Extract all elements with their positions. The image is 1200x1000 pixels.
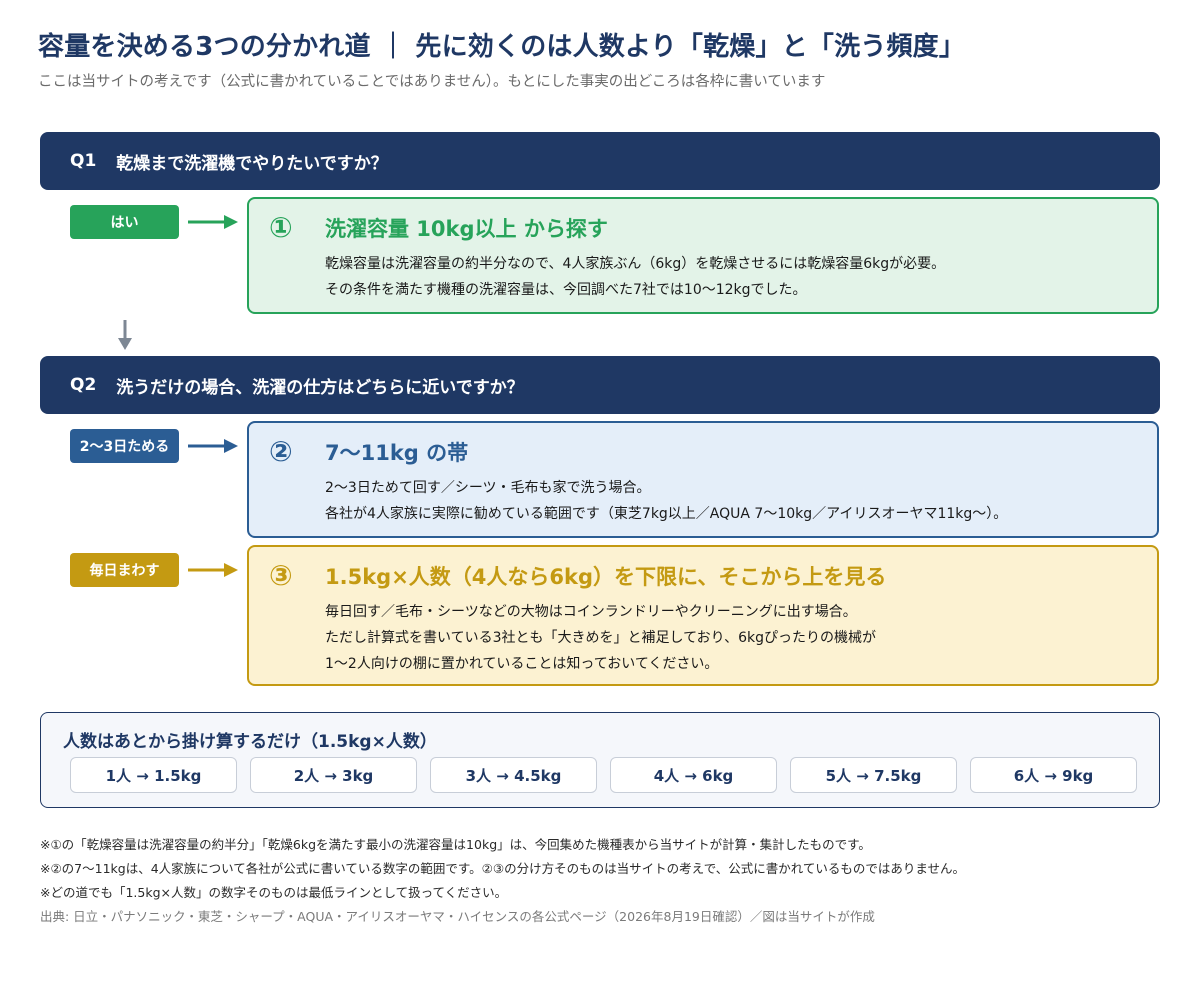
option-3-description: 毎日回す／毛布・シーツなどの大物はコインランドリーやクリーニングに出す場合。 た…: [325, 599, 876, 677]
footnote: ※②の7〜11kgは、4人家族について各社が公式に書いている数字の範囲です。②③…: [40, 861, 965, 876]
question-2-text: 洗うだけの場合、洗濯の仕方はどちらに近いですか？: [116, 377, 524, 398]
person-count-item: 6人 → 9kg: [970, 757, 1137, 793]
page-title: 容量を決める3つの分かれ道 ｜ 先に効くのは人数より「乾燥」と「洗う頻度」: [38, 32, 966, 62]
answer-yes-tag: はい: [70, 205, 179, 239]
question-1-bar: Q1 乾燥まで洗濯機でやりたいですか？: [40, 132, 1160, 190]
option-3-line: ただし計算式を書いている3社とも「大きめを」と補足しており、6kgぴったりの機械…: [325, 630, 876, 646]
question-2-number: Q2: [70, 375, 97, 395]
arrow-right-icon: [188, 439, 238, 453]
arrow-right-icon: [188, 563, 238, 577]
option-3-card: ③ 1.5kg×人数（4人なら6kg）を下限に、そこから上を見る 毎日回す／毛布…: [247, 545, 1159, 686]
source-credit: 出典: 日立・パナソニック・東芝・シャープ・AQUA・アイリスオーヤマ・ハイセン…: [40, 909, 875, 924]
option-3-number: ③: [269, 559, 293, 592]
person-count-item: 4人 → 6kg: [610, 757, 777, 793]
option-3-line: 1〜2人向けの棚に置かれていることは知っておいてください。: [325, 656, 719, 672]
option-2-line: 各社が4人家族に実際に勧めている範囲です（東芝7kg以上／AQUA 7〜10kg…: [325, 506, 1008, 522]
option-2-card: ② 7〜11kg の帯 2〜3日ためて回す／シーツ・毛布も家で洗う場合。 各社が…: [247, 421, 1159, 538]
option-2-description: 2〜3日ためて回す／シーツ・毛布も家で洗う場合。 各社が4人家族に実際に勧めてい…: [325, 475, 1007, 527]
person-count-item: 2人 → 3kg: [250, 757, 417, 793]
answer-batch-tag: 2〜3日ためる: [70, 429, 179, 463]
option-2-heading: 7〜11kg の帯: [325, 441, 469, 465]
option-1-heading: 洗濯容量 10kg以上 から探す: [325, 217, 608, 241]
page-subtitle: ここは当サイトの考えです（公式に書かれていることではありません）。もとにした事実…: [38, 74, 826, 90]
arrow-right-icon: [188, 215, 238, 229]
option-1-number: ①: [269, 211, 293, 244]
option-2-number: ②: [269, 435, 293, 468]
footnote: ※どの道でも「1.5kg×人数」の数字そのものは最低ラインとして扱ってください。: [40, 885, 508, 900]
person-count-item: 1人 → 1.5kg: [70, 757, 237, 793]
multiplication-heading: 人数はあとから掛け算するだけ（1.5kg×人数）: [63, 732, 437, 752]
footnote: ※①の「乾燥容量は洗濯容量の約半分」「乾燥6kgを満たす最小の洗濯容量は10kg…: [40, 837, 871, 852]
option-1-line: 乾燥容量は洗濯容量の約半分なので、4人家族ぶん（6kg）を乾燥させるには乾燥容量…: [325, 256, 946, 272]
question-1-text: 乾燥まで洗濯機でやりたいですか？: [116, 153, 388, 174]
person-count-item: 3人 → 4.5kg: [430, 757, 597, 793]
person-count-item: 5人 → 7.5kg: [790, 757, 957, 793]
question-2-bar: Q2 洗うだけの場合、洗濯の仕方はどちらに近いですか？: [40, 356, 1160, 414]
answer-daily-tag: 毎日まわす: [70, 553, 179, 587]
option-3-line: 毎日回す／毛布・シーツなどの大物はコインランドリーやクリーニングに出す場合。: [325, 604, 857, 620]
option-2-line: 2〜3日ためて回す／シーツ・毛布も家で洗う場合。: [325, 480, 651, 496]
option-1-line: その条件を満たす機種の洗濯容量は、今回調べた7社では10〜12kgでした。: [325, 282, 807, 298]
arrow-down-icon: [118, 320, 132, 350]
option-1-description: 乾燥容量は洗濯容量の約半分なので、4人家族ぶん（6kg）を乾燥させるには乾燥容量…: [325, 251, 945, 303]
option-1-card: ① 洗濯容量 10kg以上 から探す 乾燥容量は洗濯容量の約半分なので、4人家族…: [247, 197, 1159, 314]
question-1-number: Q1: [70, 151, 97, 171]
multiplication-table-box: 人数はあとから掛け算するだけ（1.5kg×人数） 1人 → 1.5kg 2人 →…: [40, 712, 1160, 808]
option-3-heading: 1.5kg×人数（4人なら6kg）を下限に、そこから上を見る: [325, 565, 887, 589]
